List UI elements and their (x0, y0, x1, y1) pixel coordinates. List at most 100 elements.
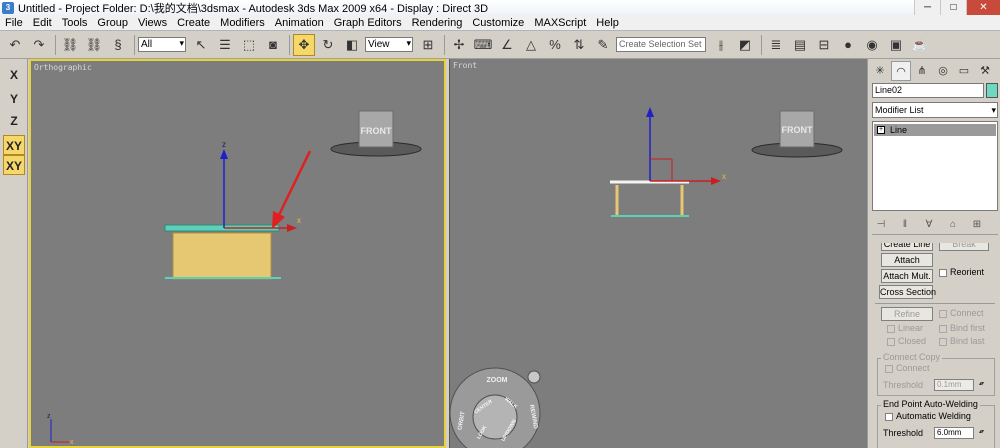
axis-constraints-bar: X Y Z XY XY (0, 59, 28, 448)
align-icon[interactable]: ◩ (734, 34, 756, 56)
render-production-icon[interactable]: ☕ (909, 34, 931, 56)
menu-group[interactable]: Group (92, 17, 133, 29)
restrict-x-button[interactable]: X (3, 65, 25, 85)
pin-stack-icon[interactable]: ⊣ (872, 219, 890, 230)
remove-modifier-icon[interactable]: ⌂ (944, 219, 962, 230)
utilities-tab-icon[interactable]: ⚒ (975, 61, 995, 81)
restrict-xy-button[interactable]: XY (3, 135, 25, 155)
steering-zoom-label[interactable]: ZOOM (487, 377, 508, 384)
menu-create[interactable]: Create (172, 17, 215, 29)
menu-rendering[interactable]: Rendering (407, 17, 468, 29)
restrict-z-button[interactable]: Z (3, 111, 25, 131)
select-and-scale-icon[interactable]: ◧ (341, 34, 363, 56)
display-tab-icon[interactable]: ▭ (954, 61, 974, 81)
object-name-field[interactable]: Line02 (872, 83, 984, 98)
menu-maxscript[interactable]: MAXScript (529, 17, 591, 29)
bind-first-checkbox[interactable] (939, 325, 947, 333)
menu-animation[interactable]: Animation (270, 17, 329, 29)
expand-icon[interactable]: + (877, 126, 885, 134)
maximize-icon[interactable]: □ (940, 0, 966, 15)
hierarchy-tab-icon[interactable]: ⋔ (912, 61, 932, 81)
minimize-icon[interactable]: ─ (914, 0, 940, 15)
menu-edit[interactable]: Edit (28, 17, 57, 29)
menu-tools[interactable]: Tools (57, 17, 93, 29)
attach-button[interactable]: Attach (881, 253, 933, 267)
configure-sets-icon[interactable]: ⊞ (968, 219, 986, 230)
keyboard-shortcut-icon[interactable]: ⌨ (472, 34, 494, 56)
automatic-welding-checkbox[interactable] (885, 413, 893, 421)
percent-snap-icon[interactable]: % (544, 34, 566, 56)
connect-checkbox[interactable] (939, 310, 947, 318)
menu-customize[interactable]: Customize (467, 17, 529, 29)
stack-item-label: Line (890, 125, 908, 135)
unlink-icon[interactable]: ⛓ (83, 34, 105, 56)
orthographic-viewport[interactable]: Orthographic FRONT z x z x (29, 59, 446, 448)
front-viewport[interactable]: Front FRONT x ZOOM ORBIT CENTER WALK REW… (449, 59, 867, 448)
bind-space-warp-icon[interactable]: § (107, 34, 129, 56)
z-axis-arrow-icon[interactable] (220, 149, 228, 159)
x-axis-arrow-icon[interactable] (711, 177, 721, 185)
modify-tab-icon[interactable]: ◠ (891, 61, 911, 81)
connect-copy-checkbox[interactable] (885, 365, 893, 373)
schematic-view-icon[interactable]: ⊟ (813, 34, 835, 56)
mirror-icon[interactable]: ⫲ (710, 34, 732, 56)
window-crossing-icon[interactable]: ◙ (262, 34, 284, 56)
linear-checkbox[interactable] (887, 325, 895, 333)
spinner-snap-icon[interactable]: ⇅ (568, 34, 590, 56)
select-object-icon[interactable]: ↖ (190, 34, 212, 56)
named-selection-set-input[interactable]: Create Selection Set (616, 37, 706, 52)
angle-snap-icon[interactable]: △ (520, 34, 542, 56)
cross-section-button[interactable]: Cross Section (879, 285, 936, 299)
edit-named-selection-icon[interactable]: ✎ (592, 34, 614, 56)
attach-mult-button[interactable]: Attach Mult. (881, 269, 933, 283)
make-unique-icon[interactable]: ∀ (920, 219, 938, 230)
select-manipulate-icon[interactable]: ✢ (448, 34, 470, 56)
select-and-link-icon[interactable]: ⛓ (59, 34, 81, 56)
object-color-swatch[interactable] (986, 83, 998, 98)
reference-coordinate-dropdown[interactable]: View (365, 37, 413, 52)
undo-icon[interactable]: ↶ (4, 34, 26, 56)
z-axis-arrow-icon[interactable] (646, 107, 654, 117)
pivot-center-icon[interactable]: ⊞ (417, 34, 439, 56)
stack-item-line[interactable]: + Line (874, 124, 996, 136)
menu-file[interactable]: File (0, 17, 28, 29)
snaps-toggle-icon[interactable]: ∠ (496, 34, 518, 56)
restrict-plane-button[interactable]: XY (3, 155, 25, 175)
close-icon[interactable]: ✕ (966, 0, 1000, 15)
menu-views[interactable]: Views (133, 17, 172, 29)
refine-button[interactable]: Refine (881, 307, 933, 321)
select-by-name-icon[interactable]: ☰ (214, 34, 236, 56)
material-editor-icon[interactable]: ● (837, 34, 859, 56)
modifier-list-dropdown[interactable]: Modifier List (872, 102, 998, 118)
box-object[interactable] (172, 232, 272, 280)
show-end-result-icon[interactable]: ǁ (896, 219, 914, 230)
x-axis-arrow-icon[interactable] (287, 224, 297, 232)
steering-wheel-close-icon[interactable] (527, 370, 541, 384)
rectangular-selection-icon[interactable]: ⬚ (238, 34, 260, 56)
rendered-frame-icon[interactable]: ▣ (885, 34, 907, 56)
z-axis-label: z (222, 140, 226, 149)
reorient-checkbox[interactable] (939, 269, 947, 277)
layer-manager-icon[interactable]: ≣ (765, 34, 787, 56)
menu-help[interactable]: Help (591, 17, 624, 29)
menu-graph-editors[interactable]: Graph Editors (329, 17, 407, 29)
annotation-arrow-line (276, 150, 312, 218)
selection-filter-dropdown[interactable]: All (138, 37, 186, 52)
render-setup-icon[interactable]: ◉ (861, 34, 883, 56)
motion-tab-icon[interactable]: ◎ (933, 61, 953, 81)
welding-threshold-spinner[interactable]: 6.0mm (934, 427, 983, 439)
menu-modifiers[interactable]: Modifiers (215, 17, 270, 29)
redo-icon[interactable]: ↷ (28, 34, 50, 56)
select-and-rotate-icon[interactable]: ↻ (317, 34, 339, 56)
create-line-button[interactable]: Create Line (881, 243, 933, 251)
tripod-z-label: z (47, 413, 51, 420)
break-button[interactable]: Break (939, 243, 989, 251)
create-tab-icon[interactable]: ✳ (870, 61, 890, 81)
connect-copy-threshold-spinner[interactable]: 0.1mm (934, 379, 983, 391)
steering-wheel[interactable]: ZOOM ORBIT CENTER WALK REWIND LOOK UP/DO… (450, 367, 541, 448)
curve-editor-icon[interactable]: ▤ (789, 34, 811, 56)
closed-checkbox[interactable] (887, 338, 895, 346)
select-and-move-icon[interactable]: ✥ (293, 33, 315, 56)
restrict-y-button[interactable]: Y (3, 89, 25, 109)
bind-last-checkbox[interactable] (939, 338, 947, 346)
